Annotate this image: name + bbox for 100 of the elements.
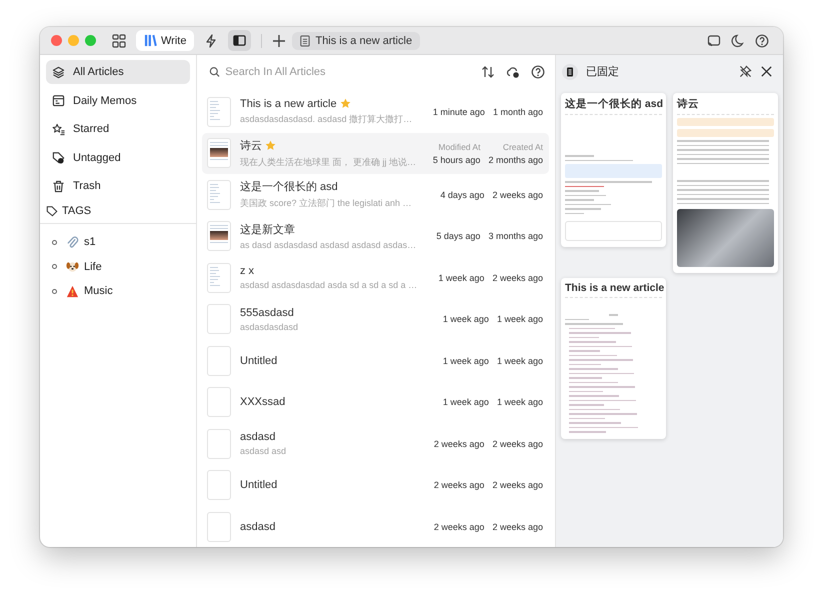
modified-date: 1 week ago <box>442 397 489 408</box>
sidebar-item[interactable]: Trash <box>46 174 190 198</box>
article-preview: asdasd asd <box>240 446 288 456</box>
created-date: 1 week ago <box>496 397 543 408</box>
article-preview: asdasd asdasdasdad asda sd a sd a sd a … <box>240 280 418 290</box>
search-field[interactable]: Search In All Articles <box>225 66 470 78</box>
article-preview: asdasdasdasd <box>240 322 300 332</box>
article-row[interactable]: asdasd 2 weeks ago 2 weeks ago <box>202 506 549 547</box>
article-row[interactable]: asdasd asdasd asd 2 weeks ago 2 weeks ago <box>202 423 549 464</box>
created-date: 2 weeks ago <box>492 272 543 283</box>
article-thumbnail <box>207 96 231 127</box>
created-date: 2 weeks ago <box>492 438 543 449</box>
article-thumbnail <box>207 512 231 542</box>
sidebar-item[interactable]: Untagged <box>46 146 190 170</box>
article-title: Untitled <box>240 354 278 367</box>
paperclip-icon <box>66 236 79 249</box>
article-title: 这是新文章 <box>240 222 295 238</box>
cast-icon[interactable] <box>707 34 721 48</box>
article-row[interactable]: 这是新文章 as dasd asdasdasd asdasd asdasd asdas… 5 days ago 3 months ago <box>202 216 549 257</box>
modified-date: 4 days ago <box>440 190 484 200</box>
article-preview: as dasd asdasdasd asdasd asdasd asdas… <box>240 240 418 250</box>
trash-icon <box>52 180 65 193</box>
tag-item[interactable]: s1 <box>46 230 190 254</box>
write-tab[interactable]: Write <box>136 30 194 51</box>
article-title: z x <box>240 265 254 278</box>
article-thumbnail <box>207 428 231 459</box>
pinned-card[interactable]: This is a new article <box>561 278 666 438</box>
column-label: Created At <box>502 142 543 152</box>
column-label: Modified At <box>438 142 480 152</box>
article-title: This is a new article <box>240 98 337 110</box>
moon-icon[interactable] <box>731 34 745 48</box>
document-icon <box>300 34 310 46</box>
article-title: Untitled <box>240 479 278 492</box>
article-row[interactable]: This is a new article asdasdasdasdasd. asdasd 撒打算大撒打… 1 minute ago 1 month ago <box>202 91 549 132</box>
created-date: 2 weeks ago <box>492 190 543 200</box>
article-title: 555asdasd <box>240 306 294 319</box>
article-title: asdasd <box>240 520 276 533</box>
created-date: 2 weeks ago <box>492 522 543 532</box>
pinned-card[interactable]: 诗云 <box>673 93 778 273</box>
books-icon <box>144 34 157 47</box>
sidebar-item[interactable]: All Articles <box>46 60 190 84</box>
help-icon[interactable] <box>755 34 769 48</box>
plus-icon[interactable] <box>272 34 286 48</box>
tag-item[interactable]: Life <box>46 254 190 279</box>
created-date: 2 months ago <box>488 154 543 165</box>
article-thumbnail <box>207 138 231 168</box>
article-row[interactable]: z x asdasd asdasdasdad asda sd a sd a sd a … 1 week ago 2 weeks ago <box>202 257 549 298</box>
sidebar-item[interactable]: Daily Memos <box>46 88 190 113</box>
modified-date: 1 week ago <box>438 272 484 283</box>
dog-icon <box>66 260 79 274</box>
article-row[interactable]: 这是一个很长的 asd 美国政 score? 立法部门 the legislati anh … 4 days ago 2 weeks ago <box>202 174 549 216</box>
modified-date: 5 days ago <box>436 231 480 242</box>
modified-date: 1 week ago <box>442 356 489 366</box>
modified-date: 2 weeks ago <box>434 480 484 490</box>
pinned-card[interactable]: 这是一个很长的 asd <box>561 93 666 247</box>
card-title: 诗云 <box>677 97 774 115</box>
article-thumbnail <box>207 304 231 334</box>
article-thumbnail <box>207 262 231 293</box>
article-row[interactable]: Untitled 1 week ago 1 week ago <box>202 340 549 382</box>
layers-icon <box>52 66 65 78</box>
created-date: 3 months ago <box>488 231 543 242</box>
article-thumbnail <box>207 180 231 210</box>
modified-date: 2 weeks ago <box>434 438 484 449</box>
tag-item[interactable]: Music <box>46 278 190 304</box>
created-date: 2 weeks ago <box>492 480 543 490</box>
modified-date: 2 weeks ago <box>434 522 484 532</box>
calendar-icon <box>52 94 65 108</box>
unpin-icon[interactable] <box>739 65 752 78</box>
tag-icon <box>46 204 58 217</box>
article-thumbnail <box>207 387 231 418</box>
warning-icon <box>66 284 79 298</box>
article-thumbnail <box>207 470 231 500</box>
star-list-icon <box>52 122 65 136</box>
close-icon[interactable] <box>760 65 773 78</box>
sort-icon[interactable] <box>481 64 495 78</box>
article-row[interactable]: XXXssad 1 week ago 1 week ago <box>202 382 549 423</box>
cloud-icon[interactable] <box>506 64 520 78</box>
article-row[interactable]: 诗云 现在人类生活在地球里 面， 更准确 jj 地说… Modified At 5 hours ago Created At 2 months ago <box>202 132 549 174</box>
article-row[interactable]: Untitled 2 weeks ago 2 weeks ago <box>202 464 549 506</box>
sidebar-toggle-button[interactable] <box>228 30 252 51</box>
article-row[interactable]: 555asdasd asdasdasdasd 1 week ago 1 week ago <box>202 298 549 340</box>
card-title: This is a new article <box>565 282 662 298</box>
article-title: asdasd <box>240 431 276 444</box>
created-date: 1 week ago <box>496 314 543 324</box>
panel-title: 已固定 <box>586 64 619 79</box>
help-icon[interactable] <box>531 64 545 78</box>
sidebar-item[interactable]: Starred <box>46 117 190 142</box>
article-preview: asdasdasdasdasd. asdasd 撒打算大撒打… <box>240 112 414 126</box>
created-date: 1 week ago <box>496 356 543 366</box>
lightning-icon[interactable] <box>204 34 218 48</box>
article-thumbnail <box>207 221 231 252</box>
tags-heading: TAGS <box>62 204 92 217</box>
search-icon <box>209 66 220 78</box>
grid-icon[interactable] <box>112 34 126 48</box>
tag-icon <box>52 151 65 164</box>
document-tab[interactable]: This is a new article <box>292 32 420 50</box>
article-preview: 美国政 score? 立法部门 the legislati anh … <box>240 197 413 210</box>
card-title: 这是一个很长的 asd <box>565 97 662 115</box>
article-preview: 现在人类生活在地球里 面， 更准确 jj 地说… <box>240 156 418 169</box>
modified-date: 5 hours ago <box>432 154 480 165</box>
